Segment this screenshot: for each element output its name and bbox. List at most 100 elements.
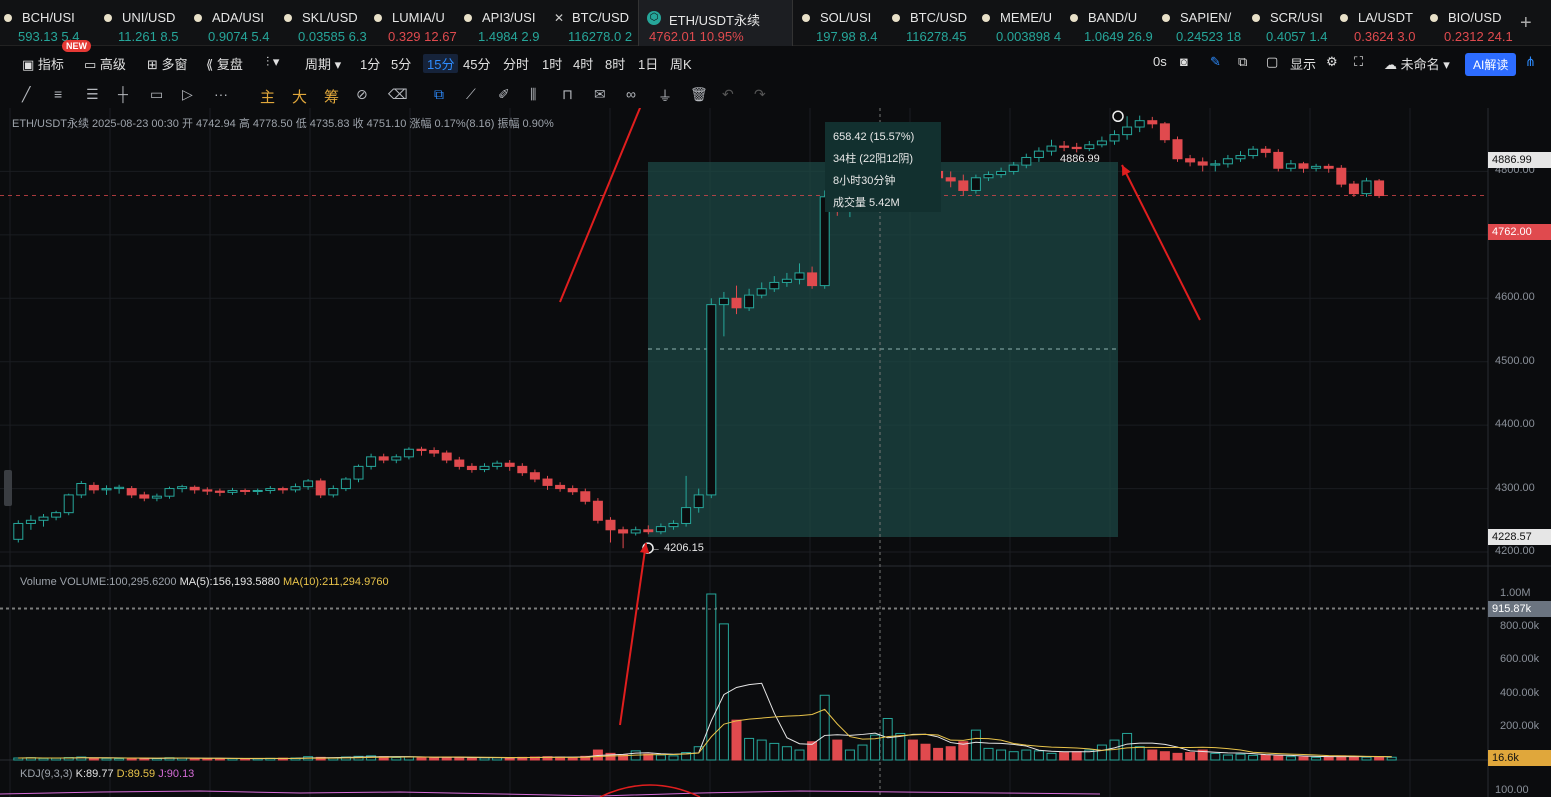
eraser-icon[interactable]: ⌫ [388, 86, 408, 103]
advanced-label: 高级 [99, 57, 126, 72]
chart-canvas[interactable] [0, 108, 1551, 797]
ticker-item[interactable]: API3/USI 1.4984 2.9 [460, 0, 550, 46]
layout-icon[interactable]: ▢ [1266, 54, 1278, 70]
candle-body [794, 272, 805, 280]
bars-icon[interactable]: ⫼ [530, 86, 536, 103]
add-tab-icon[interactable]: + [1520, 12, 1532, 35]
ruler-icon[interactable]: ⟋ [466, 86, 476, 103]
ticker-item[interactable]: BIO/USD 0.2312 24.1 [1426, 0, 1521, 46]
low-price-tag: 4228.57 [1488, 529, 1551, 545]
ticker-item[interactable]: BAND/U 1.0649 26.9 [1066, 0, 1158, 46]
interval-0[interactable]: 1分 [360, 54, 380, 73]
cloud-layout-button[interactable]: ☁ 未命名 ▾ [1384, 54, 1450, 73]
ai-analysis-button[interactable]: AI解读 [1465, 53, 1517, 76]
interval-1[interactable]: 5分 [391, 54, 411, 73]
interval-7[interactable]: 8时 [605, 54, 625, 73]
ticker-symbol: MEME/U [1000, 10, 1052, 25]
coin-icon [1430, 14, 1438, 22]
multi-window-button[interactable]: ⊞ 多窗 [147, 54, 188, 73]
candle-body [718, 297, 729, 306]
candle-body [580, 491, 591, 502]
volume-bar [769, 742, 780, 761]
ticker-item[interactable]: SOL/USI 197.98 8.4 [798, 0, 888, 46]
close-tab-icon[interactable]: ✕ [554, 11, 564, 25]
volume-bar [945, 746, 956, 761]
period-dropdown[interactable]: 周期 ▾ [305, 54, 341, 73]
hlines-icon[interactable]: ☰ [86, 86, 99, 103]
indicators-button[interactable]: ▣ 指标 [22, 54, 64, 73]
ticker-item[interactable]: ✕ BTC/USD 116278.0 2 [550, 0, 638, 46]
arrow-to-low [619, 542, 647, 726]
candle-body [315, 480, 326, 496]
pen-icon[interactable]: ✎ [1210, 54, 1221, 70]
cursor-icon[interactable]: ▷ [182, 86, 193, 103]
interval-3[interactable]: 45分 [463, 54, 490, 73]
chart-type-icon[interactable]: ⫶ ▾ [266, 54, 279, 70]
chip-toggle[interactable]: 筹 [324, 86, 339, 107]
candle-body [706, 304, 717, 496]
filter-icon[interactable]: ⏚ [658, 86, 672, 106]
ticker-item[interactable]: BTC/USD 116278.45 [888, 0, 978, 46]
camera-icon[interactable]: ◙ [1180, 54, 1188, 69]
large-order-toggle[interactable]: 大 [292, 86, 307, 107]
volume-bar [429, 757, 440, 761]
low-price-label: ← 4206.15 [650, 542, 704, 554]
interval-5[interactable]: 1时 [542, 54, 562, 73]
brush-icon[interactable]: ✐ [498, 86, 510, 103]
interval-9[interactable]: 周K [670, 54, 692, 73]
main-chart-toggle[interactable]: 主 [260, 86, 275, 107]
candle-body [177, 486, 188, 490]
trash-icon[interactable]: 🗑 [690, 86, 708, 103]
candle-body [756, 288, 767, 296]
ticker-item[interactable]: SCR/USI 0.4057 1.4 [1248, 0, 1336, 46]
candle-body [1096, 140, 1107, 146]
link-icon[interactable]: ∞ [626, 86, 636, 102]
ticker-item[interactable]: SKL/USD 0.03585 6.3 [280, 0, 370, 46]
parallel-lines-icon[interactable]: ≡ [54, 86, 62, 102]
candle-body [353, 465, 364, 480]
volume-bar [794, 749, 805, 761]
interval-8[interactable]: 1日 [638, 54, 658, 73]
ticker-item[interactable]: UNI/USD 11.261 8.5 [100, 0, 190, 46]
candle-body [731, 297, 742, 309]
settings-icon[interactable]: ⚙ [1326, 54, 1338, 70]
candle-body [1197, 161, 1208, 166]
ticker-item[interactable]: ADA/USI 0.9074 5.4 [190, 0, 280, 46]
advanced-button[interactable]: ▭ 高级 [84, 54, 126, 73]
redo-icon[interactable]: ↷ [754, 86, 766, 103]
ticker-item[interactable]: LUMIA/U 0.329 12.67 [370, 0, 460, 46]
ticker-price: 0.329 12.67 [388, 29, 457, 44]
fullscreen-icon[interactable]: ⛶ [1354, 54, 1363, 70]
interval-6[interactable]: 4时 [573, 54, 593, 73]
more-icon[interactable]: ··· [214, 86, 228, 102]
note-icon[interactable]: ✉ [594, 86, 606, 103]
expand-icon[interactable]: ⧉ [1238, 54, 1247, 70]
multi-window-label: 多窗 [161, 57, 188, 72]
magnet-icon[interactable]: ⊘ [356, 86, 368, 103]
lock-icon[interactable]: ⊓ [562, 86, 573, 103]
kdj-label: KDJ(9,3,3) [20, 768, 73, 780]
ticker-item[interactable]: SAPIEN/0.24523 18 [1158, 0, 1248, 46]
coin-icon [1070, 14, 1078, 22]
interval-2[interactable]: 15分 [423, 54, 459, 73]
rectangle-icon[interactable]: ▭ [150, 86, 163, 103]
replay-button[interactable]: ⟪ 复盘 [206, 54, 243, 73]
ticker-item[interactable]: MEME/U 0.003898 4 [978, 0, 1066, 46]
volume-bar [466, 757, 477, 761]
copy-icon[interactable]: ⧉ [434, 86, 444, 103]
ticker-item[interactable]: ⬡ ETH/USDT永续 4762.01 10.95% [638, 0, 793, 46]
candle-body [328, 488, 339, 496]
interval-4[interactable]: 分时 [503, 54, 529, 73]
trendline-icon[interactable]: ╱ [22, 86, 30, 103]
undo-icon[interactable]: ↶ [722, 86, 734, 103]
ticker-item[interactable]: LA/USDT 0.3624 3.0 [1336, 0, 1426, 46]
volume-bar [1059, 752, 1070, 761]
display-button[interactable]: 显示 [1290, 54, 1316, 73]
ticker-symbol: SKL/USD [302, 10, 358, 25]
share-icon[interactable]: ⋔ [1525, 54, 1536, 70]
volume-ma10: MA(10):211,294.9760 [282, 576, 389, 588]
volume-bar [744, 737, 755, 761]
candle-body [63, 494, 74, 514]
candle-body [13, 522, 24, 540]
hline-icon[interactable]: ┼ [118, 86, 128, 102]
